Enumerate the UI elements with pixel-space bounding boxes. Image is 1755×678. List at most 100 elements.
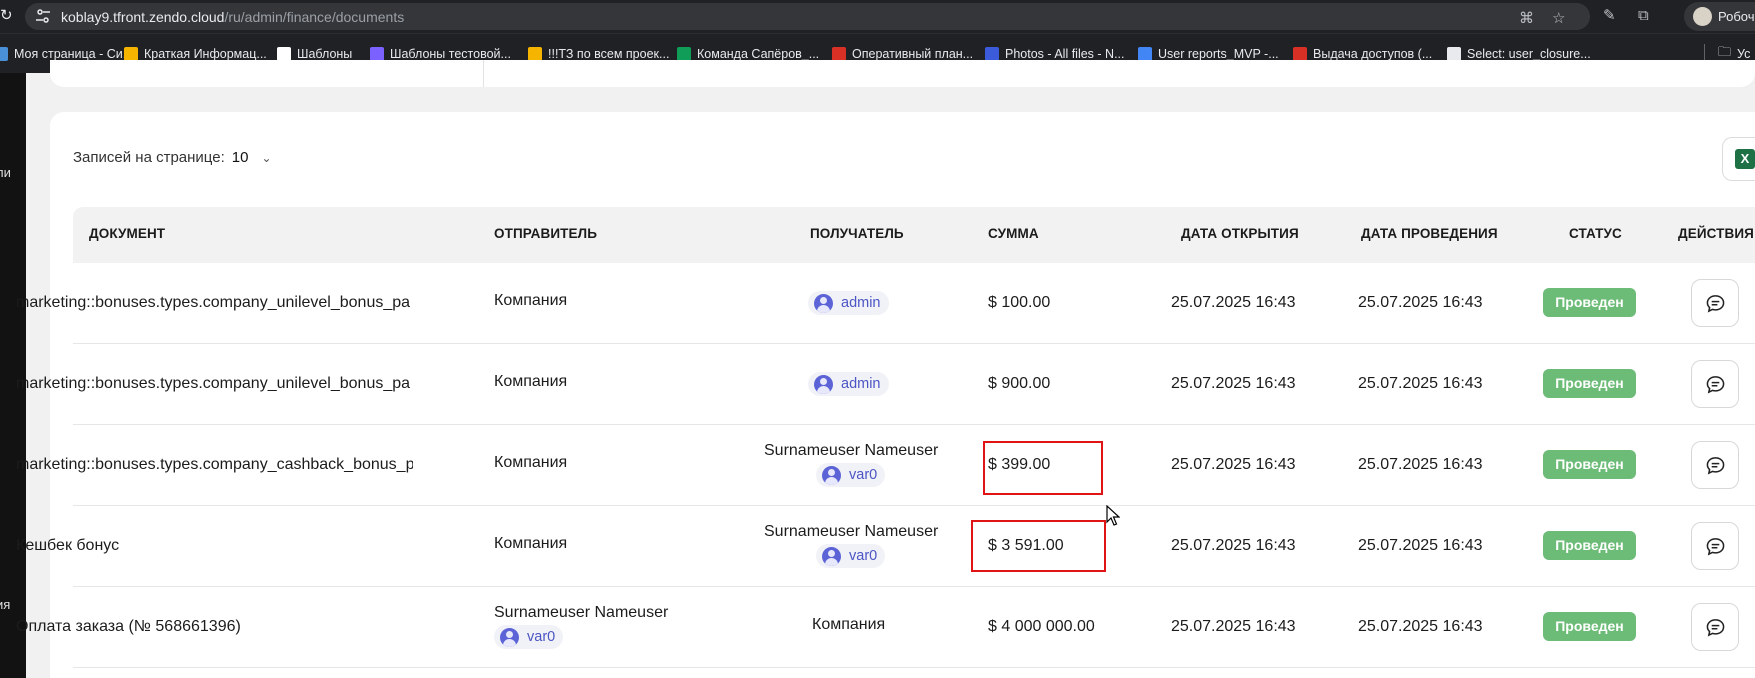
document-cell[interactable]: marketing::bonuses.types.company_cashbac… bbox=[16, 456, 413, 474]
comment-button[interactable] bbox=[1691, 522, 1739, 570]
bookmark-label: Select: user_closure... bbox=[1467, 47, 1591, 61]
opened-date-cell: 25.07.2025 16:43 bbox=[1171, 456, 1296, 473]
user-icon bbox=[500, 627, 519, 647]
translate-icon[interactable]: ⌘ bbox=[1519, 10, 1534, 28]
document-cell[interactable]: Оплата заказа (№ 568661396) bbox=[16, 618, 413, 636]
table-header bbox=[73, 207, 1755, 263]
bookmark-label: Выдача доступов (... bbox=[1313, 47, 1433, 61]
bookmark-favicon-icon bbox=[370, 47, 384, 61]
folder-label: Ус bbox=[1737, 47, 1751, 61]
extension-icon-1[interactable]: ✎ bbox=[1603, 7, 1616, 25]
opened-date-cell: 25.07.2025 16:43 bbox=[1171, 375, 1296, 392]
posted-date-cell: 25.07.2025 16:43 bbox=[1358, 618, 1483, 635]
sender-cell: Компания bbox=[494, 454, 568, 471]
recipient-cell: Компания bbox=[812, 616, 886, 633]
browser-toolbar: ↻ koblay9.tfront.zendo.cloud/ru/admin/fi… bbox=[0, 0, 1755, 33]
divider bbox=[483, 60, 484, 87]
sender-username: var0 bbox=[527, 629, 556, 645]
recipient-username: var0 bbox=[849, 548, 878, 564]
bookmark-label: User reports_MVP -... bbox=[1158, 47, 1279, 61]
bookmark-label: Оперативный план... bbox=[852, 47, 974, 61]
reload-icon[interactable]: ↻ bbox=[0, 6, 13, 24]
comment-button[interactable] bbox=[1691, 360, 1739, 408]
site-settings-icon[interactable] bbox=[35, 8, 51, 24]
per-page-selector[interactable]: Записей на странице: 10 ⌄ bbox=[73, 149, 272, 166]
user-icon bbox=[814, 374, 833, 394]
column-header-sender[interactable]: ОТПРАВИТЕЛЬ bbox=[494, 226, 597, 241]
address-bar[interactable]: koblay9.tfront.zendo.cloud/ru/admin/fina… bbox=[25, 3, 1590, 30]
excel-icon: X bbox=[1735, 149, 1755, 169]
column-header-posted[interactable]: ДАТА ПРОВЕДЕНИЯ bbox=[1361, 226, 1498, 241]
column-header-opened[interactable]: ДАТА ОТКРЫТИЯ bbox=[1181, 226, 1299, 241]
sidebar-item-label[interactable]: ия bbox=[0, 597, 10, 612]
opened-date-cell: 25.07.2025 16:43 bbox=[1171, 294, 1296, 311]
opened-date-cell: 25.07.2025 16:43 bbox=[1171, 618, 1296, 635]
comment-button[interactable] bbox=[1691, 603, 1739, 651]
chevron-down-icon[interactable]: ⌄ bbox=[261, 151, 271, 165]
amount-cell: $ 900.00 bbox=[988, 375, 1051, 392]
status-badge: Проведен bbox=[1543, 531, 1636, 560]
status-badge: Проведен bbox=[1543, 288, 1636, 317]
posted-date-cell: 25.07.2025 16:43 bbox=[1358, 537, 1483, 554]
sender-name: Surnameuser Nameuser bbox=[494, 604, 669, 621]
bookmark-label: Шаблоны bbox=[297, 47, 353, 61]
status-badge: Проведен bbox=[1543, 450, 1636, 479]
amount-cell: $ 100.00 bbox=[988, 294, 1051, 311]
bookmark-favicon-icon bbox=[1138, 47, 1152, 61]
comment-button[interactable] bbox=[1691, 441, 1739, 489]
per-page-label: Записей на странице: bbox=[73, 149, 225, 166]
bookmark-favicon-icon bbox=[985, 47, 999, 61]
export-excel-button[interactable]: X bbox=[1722, 137, 1755, 181]
profile-button[interactable]: Робоч bbox=[1684, 2, 1755, 31]
bookmark-favicon-icon bbox=[528, 47, 542, 61]
recipient-user-chip[interactable]: var0 bbox=[816, 544, 886, 568]
filter-card bbox=[50, 60, 1755, 87]
column-header-actions: ДЕЙСТВИЯ bbox=[1678, 226, 1754, 241]
bookmark-label: Моя страница - Си... bbox=[14, 47, 134, 61]
column-header-status[interactable]: СТАТУС bbox=[1569, 226, 1622, 241]
bookmark-star-icon[interactable]: ☆ bbox=[1552, 10, 1565, 28]
document-cell[interactable]: marketing::bonuses.types.company_unileve… bbox=[16, 375, 413, 393]
status-badge: Проведен bbox=[1543, 369, 1636, 398]
posted-date-cell: 25.07.2025 16:43 bbox=[1358, 294, 1483, 311]
posted-date-cell: 25.07.2025 16:43 bbox=[1358, 456, 1483, 473]
recipient-user-chip[interactable]: admin bbox=[808, 372, 889, 396]
recipient-name: Surnameuser Nameuser bbox=[764, 523, 939, 540]
bookmark-favicon-icon bbox=[124, 47, 138, 61]
comment-icon bbox=[1706, 619, 1725, 637]
comment-icon bbox=[1706, 457, 1725, 475]
status-badge: Проведен bbox=[1543, 612, 1636, 641]
avatar bbox=[1693, 7, 1712, 26]
comment-icon bbox=[1706, 295, 1725, 313]
bookmark-label: Краткая Информац... bbox=[144, 47, 267, 61]
opened-date-cell: 25.07.2025 16:43 bbox=[1171, 537, 1296, 554]
bookmark-favicon-icon bbox=[1447, 47, 1461, 61]
recipient-user-chip[interactable]: admin bbox=[808, 291, 889, 315]
recipient-name: Surnameuser Nameuser bbox=[764, 442, 939, 459]
bookmark-favicon-icon bbox=[677, 47, 691, 61]
sender-cell: Компания bbox=[494, 292, 568, 309]
per-page-value[interactable]: 10 bbox=[232, 149, 249, 166]
sidebar-item-label[interactable]: ли bbox=[0, 165, 11, 180]
document-cell[interactable]: Кешбек бонус bbox=[16, 537, 413, 555]
recipient-user-chip[interactable]: var0 bbox=[816, 463, 886, 487]
comment-button[interactable] bbox=[1691, 279, 1739, 327]
bookmark-label: !!!ТЗ по всем проек... bbox=[548, 47, 670, 61]
bookmark-favicon-icon bbox=[1293, 47, 1307, 61]
user-icon bbox=[822, 546, 841, 566]
column-header-document[interactable]: ДОКУМЕНТ bbox=[89, 226, 165, 241]
amount-cell: $ 4 000 000.00 bbox=[988, 618, 1095, 635]
sender-cell: Компания bbox=[494, 373, 568, 390]
document-cell[interactable]: marketing::bonuses.types.company_unileve… bbox=[16, 294, 413, 312]
bookmark-favicon-icon bbox=[832, 47, 846, 61]
highlight-box bbox=[971, 520, 1106, 572]
highlight-box bbox=[983, 441, 1103, 495]
bookmark-favicon-icon bbox=[0, 47, 8, 61]
column-header-amount[interactable]: СУММА bbox=[988, 226, 1039, 241]
column-header-recipient[interactable]: ПОЛУЧАТЕЛЬ bbox=[810, 226, 904, 241]
mouse-cursor-icon bbox=[1106, 505, 1120, 526]
profile-name: Робоч bbox=[1718, 9, 1755, 24]
sender-user-chip[interactable]: var0 bbox=[494, 625, 564, 649]
bookmark-label: Команда Сапёров_... bbox=[697, 47, 820, 61]
extensions-puzzle-icon[interactable]: ⧉ bbox=[1638, 7, 1649, 25]
